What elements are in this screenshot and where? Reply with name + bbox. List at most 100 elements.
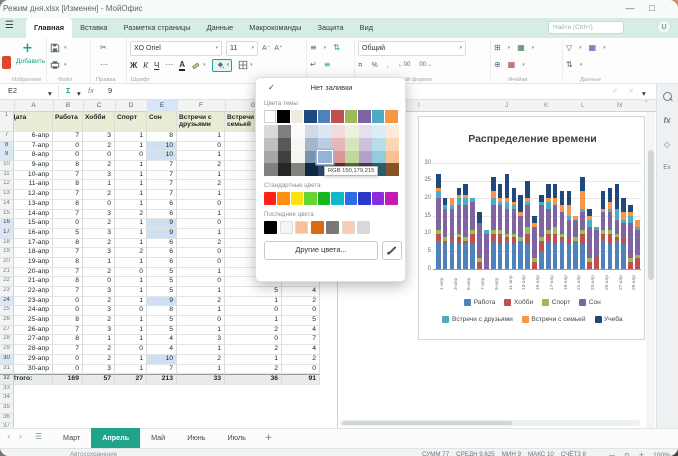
bar-segment[interactable]	[635, 230, 640, 255]
bar-segment[interactable]	[463, 184, 468, 195]
bar-segment[interactable]	[587, 216, 592, 220]
bar-segment[interactable]	[567, 205, 572, 216]
value-cell[interactable]: 8	[53, 277, 83, 287]
tint-color-swatch[interactable]	[372, 151, 386, 164]
ribbon-tab[interactable]: Разметка страницы	[116, 18, 199, 38]
row-number[interactable]: 25	[0, 306, 14, 316]
bar-segment[interactable]	[539, 251, 544, 269]
tint-color-swatch[interactable]	[305, 163, 319, 176]
value-cell[interactable]: 10	[147, 142, 177, 152]
bar-segment[interactable]	[512, 244, 517, 269]
horizontal-scrollbar-thumb[interactable]	[342, 421, 512, 425]
value-cell[interactable]: 3	[83, 248, 115, 258]
value-cell[interactable]: 4	[282, 345, 320, 355]
bar-segment[interactable]	[560, 234, 565, 238]
row-number[interactable]: 14	[0, 200, 14, 210]
value-cell[interactable]: 10	[147, 355, 177, 365]
value-cell[interactable]: 4	[147, 335, 177, 345]
row-number[interactable]: 19	[0, 248, 14, 258]
row-number[interactable]: 21	[0, 268, 14, 278]
tint-color-swatch[interactable]	[278, 138, 292, 151]
value-cell[interactable]: 1	[115, 326, 147, 336]
recent-color-swatch[interactable]	[264, 221, 277, 234]
bar-segment[interactable]	[567, 216, 572, 220]
value-cell[interactable]: 3	[83, 132, 115, 142]
value-cell[interactable]: 2	[282, 355, 320, 365]
value-cell[interactable]: 7	[53, 190, 83, 200]
next-sheet-icon[interactable]: ›	[19, 432, 22, 441]
value-cell[interactable]: 0	[177, 316, 225, 326]
bar-segment[interactable]	[635, 220, 640, 227]
column-letter[interactable]: M	[617, 100, 622, 112]
value-cell[interactable]: 2	[225, 345, 282, 355]
value-cell[interactable]: 1	[115, 229, 147, 239]
bar-segment[interactable]	[560, 237, 565, 241]
standard-color-swatch[interactable]	[304, 192, 316, 205]
bar-segment[interactable]	[621, 223, 626, 237]
value-cell[interactable]: 2	[177, 161, 225, 171]
date-cell[interactable]: 13-апр	[14, 200, 53, 210]
date-cell[interactable]: 22-апр	[14, 287, 53, 297]
value-cell[interactable]: 5	[147, 326, 177, 336]
theme-color-swatch[interactable]	[345, 110, 357, 123]
date-cell[interactable]: 15-апр	[14, 219, 53, 229]
date-cell[interactable]: 20-апр	[14, 268, 53, 278]
value-cell[interactable]: 2	[115, 210, 147, 220]
sheet-tab[interactable]: Июль	[216, 428, 256, 448]
tint-color-swatch[interactable]	[386, 125, 400, 138]
maximize-button[interactable]: □	[644, 0, 660, 18]
bar-segment[interactable]	[505, 174, 510, 199]
value-cell[interactable]: 1	[115, 365, 147, 375]
search-input[interactable]	[548, 21, 624, 34]
tint-color-swatch[interactable]	[264, 163, 278, 176]
value-cell[interactable]: 7	[53, 287, 83, 297]
value-cell[interactable]: 8	[53, 161, 83, 171]
row-number[interactable]: 7	[0, 132, 14, 142]
ribbon-tab[interactable]: Данные	[199, 18, 242, 38]
row-number[interactable]: 30	[0, 355, 14, 365]
tint-color-swatch[interactable]	[264, 125, 278, 138]
value-cell[interactable]: 2	[225, 326, 282, 336]
row-number[interactable]: 27	[0, 326, 14, 336]
bar-segment[interactable]	[621, 212, 626, 219]
bar-segment[interactable]	[505, 198, 510, 202]
bar-segment[interactable]	[546, 241, 551, 269]
value-cell[interactable]: 0	[177, 277, 225, 287]
bar-segment[interactable]	[608, 202, 613, 209]
standard-color-swatch[interactable]	[385, 192, 397, 205]
value-cell[interactable]: 0	[177, 248, 225, 258]
standard-color-swatch[interactable]	[345, 192, 357, 205]
bar-segment[interactable]	[436, 191, 441, 198]
value-cell[interactable]: 3	[83, 365, 115, 375]
total-value-cell[interactable]: 57	[83, 374, 115, 385]
save-chevron-icon[interactable]: ▾	[64, 45, 67, 51]
value-cell[interactable]: 2	[115, 248, 147, 258]
bar-segment[interactable]	[450, 241, 455, 269]
value-cell[interactable]: 0	[177, 200, 225, 210]
date-cell[interactable]: 7-апр	[14, 142, 53, 152]
align-icon[interactable]: ≡	[310, 42, 317, 54]
value-cell[interactable]: 0	[115, 151, 147, 161]
value-cell[interactable]: 0	[53, 142, 83, 152]
theme-color-swatch[interactable]	[358, 110, 370, 123]
value-cell[interactable]: 0	[83, 151, 115, 161]
bar-segment[interactable]	[628, 212, 633, 216]
value-cell[interactable]: 0	[177, 142, 225, 152]
value-cell[interactable]: 2	[83, 355, 115, 365]
date-cell[interactable]: 16-апр	[14, 229, 53, 239]
tint-color-swatch[interactable]	[345, 125, 359, 138]
value-cell[interactable]: 0	[53, 355, 83, 365]
value-cell[interactable]: 8	[53, 180, 83, 190]
bar-segment[interactable]	[525, 234, 530, 245]
sort-icon[interactable]: ⇅	[566, 59, 573, 71]
ribbon-tab[interactable]: Макрокоманды	[241, 18, 309, 38]
total-value-cell[interactable]: 33	[177, 374, 225, 385]
tint-color-swatch[interactable]	[332, 125, 346, 138]
bar-segment[interactable]	[463, 195, 468, 199]
bar-segment[interactable]	[505, 241, 510, 269]
value-cell[interactable]: 0	[225, 335, 282, 345]
font-bigger-button[interactable]: A⁺	[274, 44, 282, 52]
column-letter[interactable]: A	[14, 100, 54, 112]
column-letter[interactable]: J	[505, 100, 508, 112]
tint-color-swatch[interactable]	[359, 125, 373, 138]
